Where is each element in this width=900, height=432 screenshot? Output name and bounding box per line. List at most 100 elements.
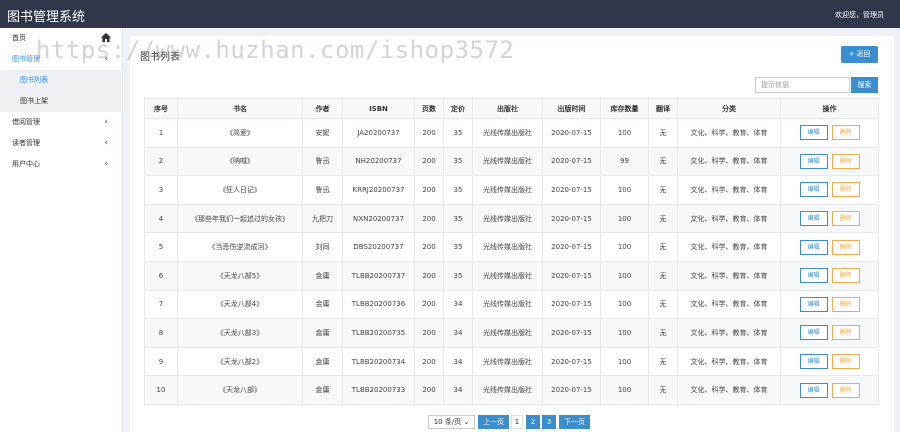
prev-page-button[interactable]: 上一页 <box>478 415 509 429</box>
page-button-1[interactable]: 1 <box>511 415 523 429</box>
edit-button[interactable]: 编辑 <box>799 182 828 198</box>
back-button[interactable]: + 返回 <box>841 46 878 63</box>
table-cell: 《天龙八部2》 <box>177 346 303 377</box>
delete-button[interactable]: 删除 <box>831 382 860 398</box>
table-cell: 《天龙八部》 <box>177 375 303 405</box>
table-cell: 7 <box>144 289 178 320</box>
table-cell: 2020-07-15 <box>542 146 601 177</box>
table-cell: 35 <box>443 203 473 234</box>
delete-button[interactable]: 删除 <box>831 239 860 255</box>
table-cell: 100 <box>600 118 649 148</box>
edit-button[interactable]: 编辑 <box>799 268 828 284</box>
delete-button[interactable]: 删除 <box>831 125 860 141</box>
table-row: 5 《当悲伤逆流成河》 刘同 DBS20200737 200 35 光线传媒出版社 2020-… <box>144 232 879 262</box>
edit-button[interactable]: 编辑 <box>799 354 828 370</box>
edit-button[interactable]: 编辑 <box>799 125 828 141</box>
delete-button[interactable]: 删除 <box>831 182 860 198</box>
sidebar-item-reader-management[interactable]: 读者管理 ‹ <box>0 133 122 154</box>
main-panel: 图书列表 + 返回 搜索 序号书名作者ISBN页数定价出版社出版时间库存数量翻译… <box>130 36 894 432</box>
sidebar-item-borrow-management[interactable]: 借阅管理 ‹ <box>0 112 122 133</box>
sidebar: 首页 图书管理 ‹ 图书列表 图书上架 借阅管理 ‹ 读者管理 ‹ 用户中心 ‹ <box>0 28 123 432</box>
user-greeting[interactable]: 欢迎您，管理员 <box>835 10 884 20</box>
page-button-3[interactable]: 3 <box>542 415 556 429</box>
delete-button[interactable]: 删除 <box>831 325 860 341</box>
table-cell: 99 <box>600 146 649 177</box>
sidebar-item-label: 用户中心 <box>12 160 40 168</box>
table-cell: 光线传媒出版社 <box>472 118 543 148</box>
table-cell: 光线传媒出版社 <box>472 175 543 205</box>
table-cell: 2020-07-15 <box>542 289 601 320</box>
table-cell: 《天龙八部5》 <box>177 260 303 291</box>
watermark: https://www.huzhan.com/ishop3572 <box>36 36 515 64</box>
delete-button[interactable]: 删除 <box>831 296 860 312</box>
table-cell: 安妮 <box>302 118 343 148</box>
table-actions-cell: 编辑 删除 <box>780 118 879 148</box>
table-cell: 《天龙八部3》 <box>177 318 303 348</box>
table-cell: NXN20200737 <box>342 203 415 234</box>
column-header: ISBN <box>342 98 415 119</box>
chevron-left-icon: ‹ <box>104 117 108 127</box>
table-cell: 10 <box>144 375 178 405</box>
table-cell: 文化、科学、教育、体育 <box>677 346 781 377</box>
table-actions-cell: 编辑 删除 <box>780 346 879 377</box>
table-cell: 无 <box>648 346 678 377</box>
table-cell: 无 <box>648 289 678 320</box>
column-header: 作者 <box>302 98 343 119</box>
table-cell: 金庸 <box>302 318 343 348</box>
table-actions-cell: 编辑 删除 <box>780 146 879 177</box>
edit-button[interactable]: 编辑 <box>799 325 828 341</box>
table-cell: 《那些年我们一起追过的女孩》 <box>177 203 303 234</box>
edit-button[interactable]: 编辑 <box>799 239 828 255</box>
table-cell: TLBB20200737 <box>342 260 415 291</box>
table-row: 8 《天龙八部3》 金庸 TLBB20200735 200 34 光线传媒出版社 2020-0… <box>144 318 879 348</box>
table-cell: 文化、科学、教育、体育 <box>677 318 781 348</box>
table-cell: 《当悲伤逆流成河》 <box>177 232 303 262</box>
search-input[interactable] <box>755 77 850 93</box>
table-cell: 2020-07-15 <box>542 375 601 405</box>
table-cell: 100 <box>600 260 649 291</box>
table-cell: 鲁迅 <box>302 146 343 177</box>
table-cell: 200 <box>414 146 444 177</box>
search-button[interactable]: 搜索 <box>851 77 878 93</box>
edit-button[interactable]: 编辑 <box>799 153 828 169</box>
table-cell: 34 <box>443 375 473 405</box>
table-cell: 8 <box>144 318 178 348</box>
table-header-row: 序号 书名 作者 ISBN 页数 定价 出版社 出版时间 库存数量 翻译 分类 操作 <box>144 98 879 119</box>
sidebar-item-book-shelving[interactable]: 图书上架 <box>0 91 122 112</box>
table-cell: 光线传媒出版社 <box>472 203 543 234</box>
table-row: 7 《天龙八部4》 金庸 TLBB20200736 200 34 光线传媒出版社 2020-0… <box>144 289 879 320</box>
column-header: 出版社 <box>472 98 543 119</box>
sidebar-item-book-list[interactable]: 图书列表 <box>0 70 122 91</box>
table-cell: 《呐喊》 <box>177 146 303 177</box>
sidebar-item-user-center[interactable]: 用户中心 ‹ <box>0 154 122 175</box>
sidebar-item-label: 读者管理 <box>12 139 40 147</box>
table-actions-cell: 编辑 删除 <box>780 203 879 234</box>
edit-button[interactable]: 编辑 <box>799 211 828 227</box>
column-header: 库存数量 <box>600 98 649 119</box>
table-cell: 35 <box>443 146 473 177</box>
table-cell: 200 <box>414 203 444 234</box>
table-cell: 无 <box>648 175 678 205</box>
column-header: 出版时间 <box>542 98 601 119</box>
delete-button[interactable]: 删除 <box>831 153 860 169</box>
table-cell: KRRJ20200737 <box>342 175 415 205</box>
edit-button[interactable]: 编辑 <box>799 382 828 398</box>
table-cell: 文化、科学、教育、体育 <box>677 260 781 291</box>
next-page-button[interactable]: 下一页 <box>559 415 590 429</box>
table-row: 10 《天龙八部》 金庸 TLBB20200733 200 34 光线传媒出版社 2020-0… <box>144 375 879 405</box>
table-body: 1 《简爱》 安妮 JA20200737 200 35 光线传媒出版社 2020-07-15 1… <box>144 118 879 405</box>
table-row: 1 《简爱》 安妮 JA20200737 200 35 光线传媒出版社 2020-07-15 1… <box>144 118 879 148</box>
table-cell: 无 <box>648 146 678 177</box>
page-size-select[interactable]: 10 条/页 ⌄ <box>428 415 475 429</box>
table-cell: 2020-07-15 <box>542 260 601 291</box>
delete-button[interactable]: 删除 <box>831 268 860 284</box>
table-cell: 九把刀 <box>302 203 343 234</box>
delete-button[interactable]: 删除 <box>831 354 860 370</box>
delete-button[interactable]: 删除 <box>831 211 860 227</box>
sidebar-item-label: 图书上架 <box>20 97 48 105</box>
table-cell: 光线传媒出版社 <box>472 232 543 262</box>
sidebar-item-label: 图书列表 <box>20 76 48 84</box>
edit-button[interactable]: 编辑 <box>799 296 828 312</box>
page-button-2[interactable]: 2 <box>526 415 540 429</box>
table-cell: 金庸 <box>302 375 343 405</box>
